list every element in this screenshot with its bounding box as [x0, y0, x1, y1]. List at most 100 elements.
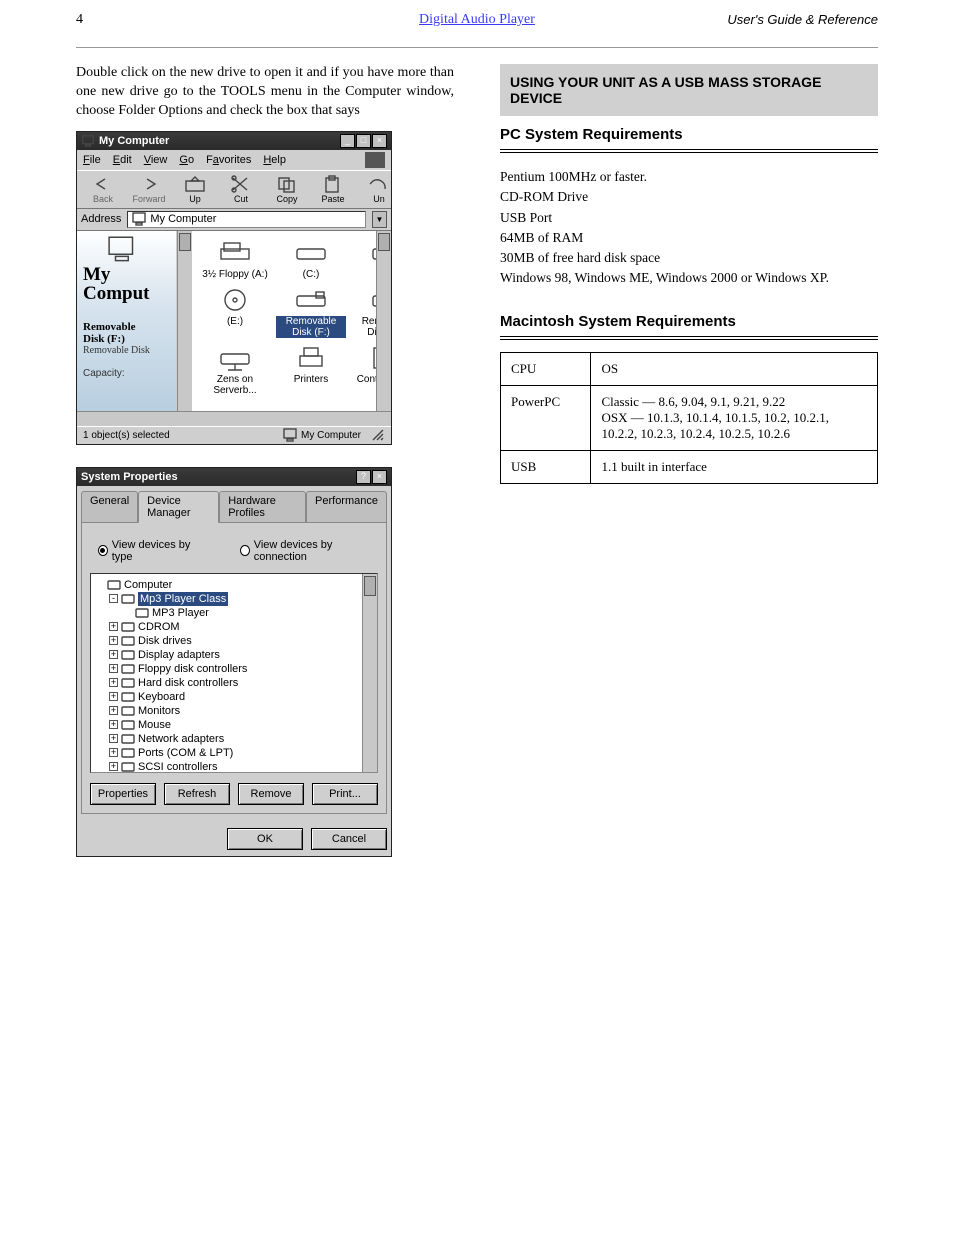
drive-removable-g[interactable]: Removable Disk (G:)	[352, 286, 376, 338]
cut-button[interactable]: Cut	[221, 175, 261, 204]
drive-floppy-a[interactable]: 3½ Floppy (A:)	[200, 239, 270, 280]
tree-node[interactable]: + Ports (COM & LPT)	[95, 746, 358, 760]
control-panel-folder[interactable]: Control Panel	[352, 344, 376, 396]
drive-c[interactable]: (C:)	[276, 239, 346, 280]
tab-performance[interactable]: Performance	[306, 491, 387, 523]
collapse-icon[interactable]: -	[109, 594, 118, 603]
horizontal-scrollbar[interactable]	[77, 412, 391, 426]
remove-button[interactable]: Remove	[238, 783, 304, 805]
cancel-button[interactable]: Cancel	[311, 828, 387, 850]
expand-icon[interactable]: +	[109, 748, 118, 757]
help-button[interactable]: ?	[356, 470, 371, 484]
expand-icon[interactable]: +	[109, 692, 118, 701]
tree-node[interactable]: +CDROM	[95, 620, 358, 634]
tree-node-label: Disk drives	[138, 634, 192, 648]
back-button: Back	[83, 175, 123, 204]
tree-node[interactable]: +Keyboard	[95, 690, 358, 704]
tree-node-label: Computer	[124, 578, 172, 592]
network-drive[interactable]: Zens on Serverb...	[200, 344, 270, 396]
tree-node[interactable]: + Disk drives	[95, 634, 358, 648]
tree-node-label: Network adapters	[138, 732, 224, 746]
properties-button[interactable]: Properties	[90, 783, 156, 805]
drive-removable-f[interactable]: Removable Disk (F:)	[276, 286, 346, 338]
tree-scrollbar[interactable]	[362, 574, 377, 772]
expand-icon[interactable]: +	[109, 636, 118, 645]
expand-icon[interactable]: +	[109, 678, 118, 687]
copy-button[interactable]: Copy	[267, 175, 307, 204]
my-computer-icon	[81, 134, 95, 148]
left-scrollbar[interactable]	[177, 231, 192, 411]
tree-node[interactable]: + Floppy disk controllers	[95, 662, 358, 676]
titlebar[interactable]: My Computer _ □ ×	[77, 132, 391, 150]
tree-node[interactable]: + SCSI controllers	[95, 760, 358, 773]
expand-icon[interactable]: +	[109, 650, 118, 659]
menu-file[interactable]: File	[83, 154, 101, 166]
tab-device-manager[interactable]: Device Manager	[138, 491, 219, 523]
tree-node-label: Ports (COM & LPT)	[138, 746, 233, 760]
address-label: Address	[81, 213, 121, 225]
menu-edit[interactable]: Edit	[113, 154, 132, 166]
titlebar[interactable]: System Properties ? ×	[77, 468, 391, 486]
tab-general[interactable]: General	[81, 491, 138, 523]
device-icon	[121, 691, 135, 703]
tab-hardware-profiles[interactable]: Hardware Profiles	[219, 491, 306, 523]
drive-e[interactable]: (E:)	[200, 286, 270, 338]
drive-d[interactable]: (D:)	[352, 239, 376, 280]
device-icon	[121, 621, 135, 633]
spec-line: Pentium 100MHz or faster.	[500, 167, 878, 187]
close-button[interactable]: ×	[372, 134, 387, 148]
cell-cpu-label: CPU	[501, 352, 591, 385]
menu-help[interactable]: Help	[263, 154, 286, 166]
tree-node[interactable]: + Monitors	[95, 704, 358, 718]
menu-favorites[interactable]: Favorites	[206, 154, 251, 166]
expand-icon[interactable]: +	[109, 720, 118, 729]
device-icon	[121, 733, 135, 745]
tree-node[interactable]: + Network adapters	[95, 732, 358, 746]
ok-button[interactable]: OK	[227, 828, 303, 850]
device-icon	[121, 663, 135, 675]
minimize-button[interactable]: _	[340, 134, 355, 148]
tree-node[interactable]: -Mp3 Player Class	[95, 592, 358, 606]
tree-node[interactable]: Computer	[95, 578, 358, 592]
printers-folder[interactable]: Printers	[276, 344, 346, 396]
resize-grip-icon[interactable]	[371, 428, 385, 442]
tree-node[interactable]: MP3 Player	[95, 606, 358, 620]
right-scrollbar[interactable]	[376, 231, 391, 411]
expand-icon[interactable]: +	[109, 664, 118, 673]
cell-usb-label: USB	[501, 450, 591, 483]
refresh-button[interactable]: Refresh	[164, 783, 230, 805]
device-icon	[121, 593, 135, 605]
device-icon	[121, 635, 135, 647]
print-button[interactable]: Print...	[312, 783, 378, 805]
doc-title-link[interactable]: Digital Audio Player	[419, 12, 535, 28]
undo-button[interactable]: Un	[359, 175, 399, 204]
address-dropdown-button[interactable]: ▼	[372, 211, 387, 228]
expand-icon[interactable]: +	[109, 622, 118, 631]
device-icon	[121, 705, 135, 717]
radio-by-type[interactable]: View devices by type	[98, 539, 200, 563]
tree-node-label: SCSI controllers	[138, 760, 217, 773]
up-button[interactable]: Up	[175, 175, 215, 204]
tree-node-label: Floppy disk controllers	[138, 662, 247, 676]
paste-button[interactable]: Paste	[313, 175, 353, 204]
device-tree[interactable]: Computer-Mp3 Player ClassMP3 Player+CDRO…	[90, 573, 378, 773]
expand-icon[interactable]: +	[109, 762, 118, 771]
icon-area[interactable]: 3½ Floppy (A:) (C:) (D:) (E:) Removable …	[192, 231, 376, 411]
close-button[interactable]: ×	[372, 470, 387, 484]
device-icon	[135, 607, 149, 619]
menu-go[interactable]: Go	[179, 154, 194, 166]
tree-node[interactable]: +Mouse	[95, 718, 358, 732]
menu-view[interactable]: View	[144, 154, 168, 166]
radio-by-connection[interactable]: View devices by connection	[240, 539, 370, 563]
expand-icon[interactable]: +	[109, 706, 118, 715]
tree-node[interactable]: +Display adapters	[95, 648, 358, 662]
spec-line: CD-ROM Drive	[500, 187, 878, 207]
maximize-button[interactable]: □	[356, 134, 371, 148]
tree-node-label: Monitors	[138, 704, 180, 718]
tree-node[interactable]: + Hard disk controllers	[95, 676, 358, 690]
address-field[interactable]: My Computer	[127, 211, 366, 228]
expand-icon[interactable]: +	[109, 734, 118, 743]
subsection-pc-req: PC System Requirements	[500, 120, 878, 150]
tree-node-label: Hard disk controllers	[138, 676, 238, 690]
spec-line: 30MB of free hard disk space	[500, 248, 878, 268]
